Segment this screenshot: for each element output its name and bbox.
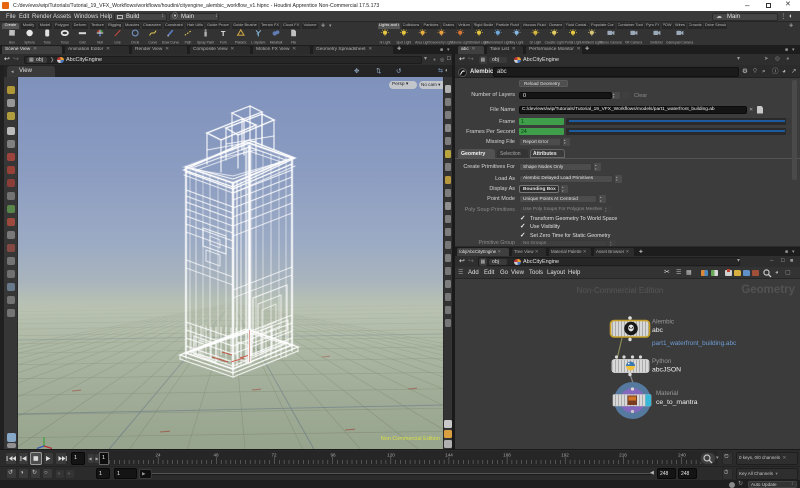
svg-text:Python: Python [652, 358, 672, 365]
svg-text:abc: abc [652, 327, 664, 334]
svg-text:168: 168 [503, 453, 511, 458]
svg-text:Geometry Light: Geometry Light [430, 40, 453, 44]
svg-text:Metaball: Metaball [270, 40, 283, 44]
svg-text:144: 144 [445, 453, 453, 458]
svg-text:216: 216 [619, 453, 627, 458]
svg-text:Caustic Light: Caustic Light [545, 40, 564, 44]
svg-text:240: 240 [678, 453, 686, 458]
svg-text:Spot Light: Spot Light [396, 40, 411, 44]
svg-text:L-System: L-System [251, 40, 265, 44]
svg-text:Font: Font [220, 40, 227, 44]
svg-text:nt Light: nt Light [380, 40, 391, 44]
svg-text:192: 192 [561, 453, 569, 458]
svg-text:T: T [221, 29, 226, 38]
svg-text:VR Camera: VR Camera [625, 40, 642, 44]
svg-text:Torus: Torus [61, 40, 69, 44]
svg-text:ce_to_mantra: ce_to_mantra [656, 399, 698, 406]
svg-text:Draw Curve: Draw Curve [162, 40, 180, 44]
svg-text:Switcher: Switcher [650, 40, 664, 44]
svg-text:Environment Light: Environment Light [485, 40, 512, 44]
svg-text:Sphere: Sphere [24, 40, 35, 44]
svg-text:Spray Paint: Spray Paint [197, 40, 214, 44]
svg-text:Line: Line [114, 40, 120, 44]
svg-text:File: File [291, 40, 296, 44]
svg-text:Circle: Circle [131, 40, 140, 44]
svg-text:Null: Null [97, 40, 103, 44]
svg-text:Tube: Tube [43, 40, 51, 44]
svg-text:24: 24 [155, 453, 161, 458]
svg-text:part1_waterfront_building.abc: part1_waterfront_building.abc [652, 340, 737, 347]
svg-text:96: 96 [330, 453, 336, 458]
svg-text:72: 72 [271, 453, 277, 458]
svg-text:Volume Light: Volume Light [451, 40, 470, 44]
svg-text:120: 120 [387, 453, 395, 458]
svg-text:Alembic: Alembic [652, 319, 674, 326]
svg-text:Sky Light: Sky Light [510, 40, 524, 44]
svg-text:48: 48 [213, 453, 219, 458]
svg-text:Material: Material [656, 390, 678, 397]
svg-text:Path: Path [185, 40, 192, 44]
svg-text:Portal Light: Portal Light [565, 40, 582, 44]
svg-text:Platonic: Platonic [235, 40, 247, 44]
svg-text:Area Light: Area Light [415, 40, 430, 44]
svg-text:abcJSON: abcJSON [652, 367, 681, 374]
svg-text:GI Light: GI Light [530, 40, 542, 44]
svg-text:Curve: Curve [148, 40, 157, 44]
svg-text:Box: Box [9, 40, 15, 44]
svg-text:Gamepad Camera: Gamepad Camera [666, 40, 693, 44]
svg-text:Stereo Camera: Stereo Camera [599, 40, 622, 44]
svg-text:Grid: Grid [79, 40, 85, 44]
